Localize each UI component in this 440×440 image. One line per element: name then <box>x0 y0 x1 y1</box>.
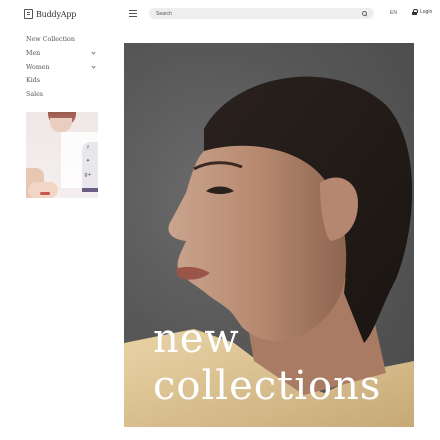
logo[interactable]: BuddyApp <box>24 8 76 20</box>
sidebar-nav: New Collection Men Women Kids Sales <box>26 33 98 101</box>
facebook-icon[interactable]: f <box>85 145 91 151</box>
sidebar-item-new-collection[interactable]: New Collection <box>26 33 98 47</box>
search-bar <box>149 8 374 19</box>
hero-banner[interactable]: new collections <box>124 43 414 427</box>
sidebar-item-label: Men <box>26 50 41 58</box>
sidebar-item-men[interactable]: Men <box>26 47 98 61</box>
chevron-down-icon[interactable] <box>91 50 96 55</box>
promo-social-card <box>61 132 98 188</box>
hero-heading-line1: new <box>153 316 240 362</box>
sidebar-item-sales[interactable]: Sales <box>26 88 98 102</box>
hamburger-menu-icon[interactable] <box>129 10 137 17</box>
chevron-down-icon[interactable] <box>91 64 96 69</box>
lock-icon <box>412 9 418 15</box>
promo-image[interactable]: f ✦ g+ <box>26 112 98 198</box>
sidebar-item-label: Sales <box>26 91 44 99</box>
search-input[interactable] <box>156 9 362 18</box>
logo-text: BuddyApp <box>36 9 77 19</box>
sidebar-item-label: Women <box>26 63 50 71</box>
login-button[interactable]: Login <box>412 9 432 15</box>
sidebar-item-label: Kids <box>26 77 40 85</box>
language-selector[interactable]: EN <box>390 10 397 16</box>
google-plus-icon[interactable]: g+ <box>84 172 91 178</box>
hero-heading-line2: collections <box>153 363 382 409</box>
twitter-icon[interactable]: ✦ <box>85 158 91 164</box>
sidebar-item-kids[interactable]: Kids <box>26 74 98 88</box>
sidebar-item-women[interactable]: Women <box>26 60 98 74</box>
sidebar-item-label: New Collection <box>26 36 75 44</box>
login-label: Login <box>420 9 433 15</box>
search-icon[interactable] <box>362 11 367 16</box>
logo-icon <box>24 9 33 19</box>
